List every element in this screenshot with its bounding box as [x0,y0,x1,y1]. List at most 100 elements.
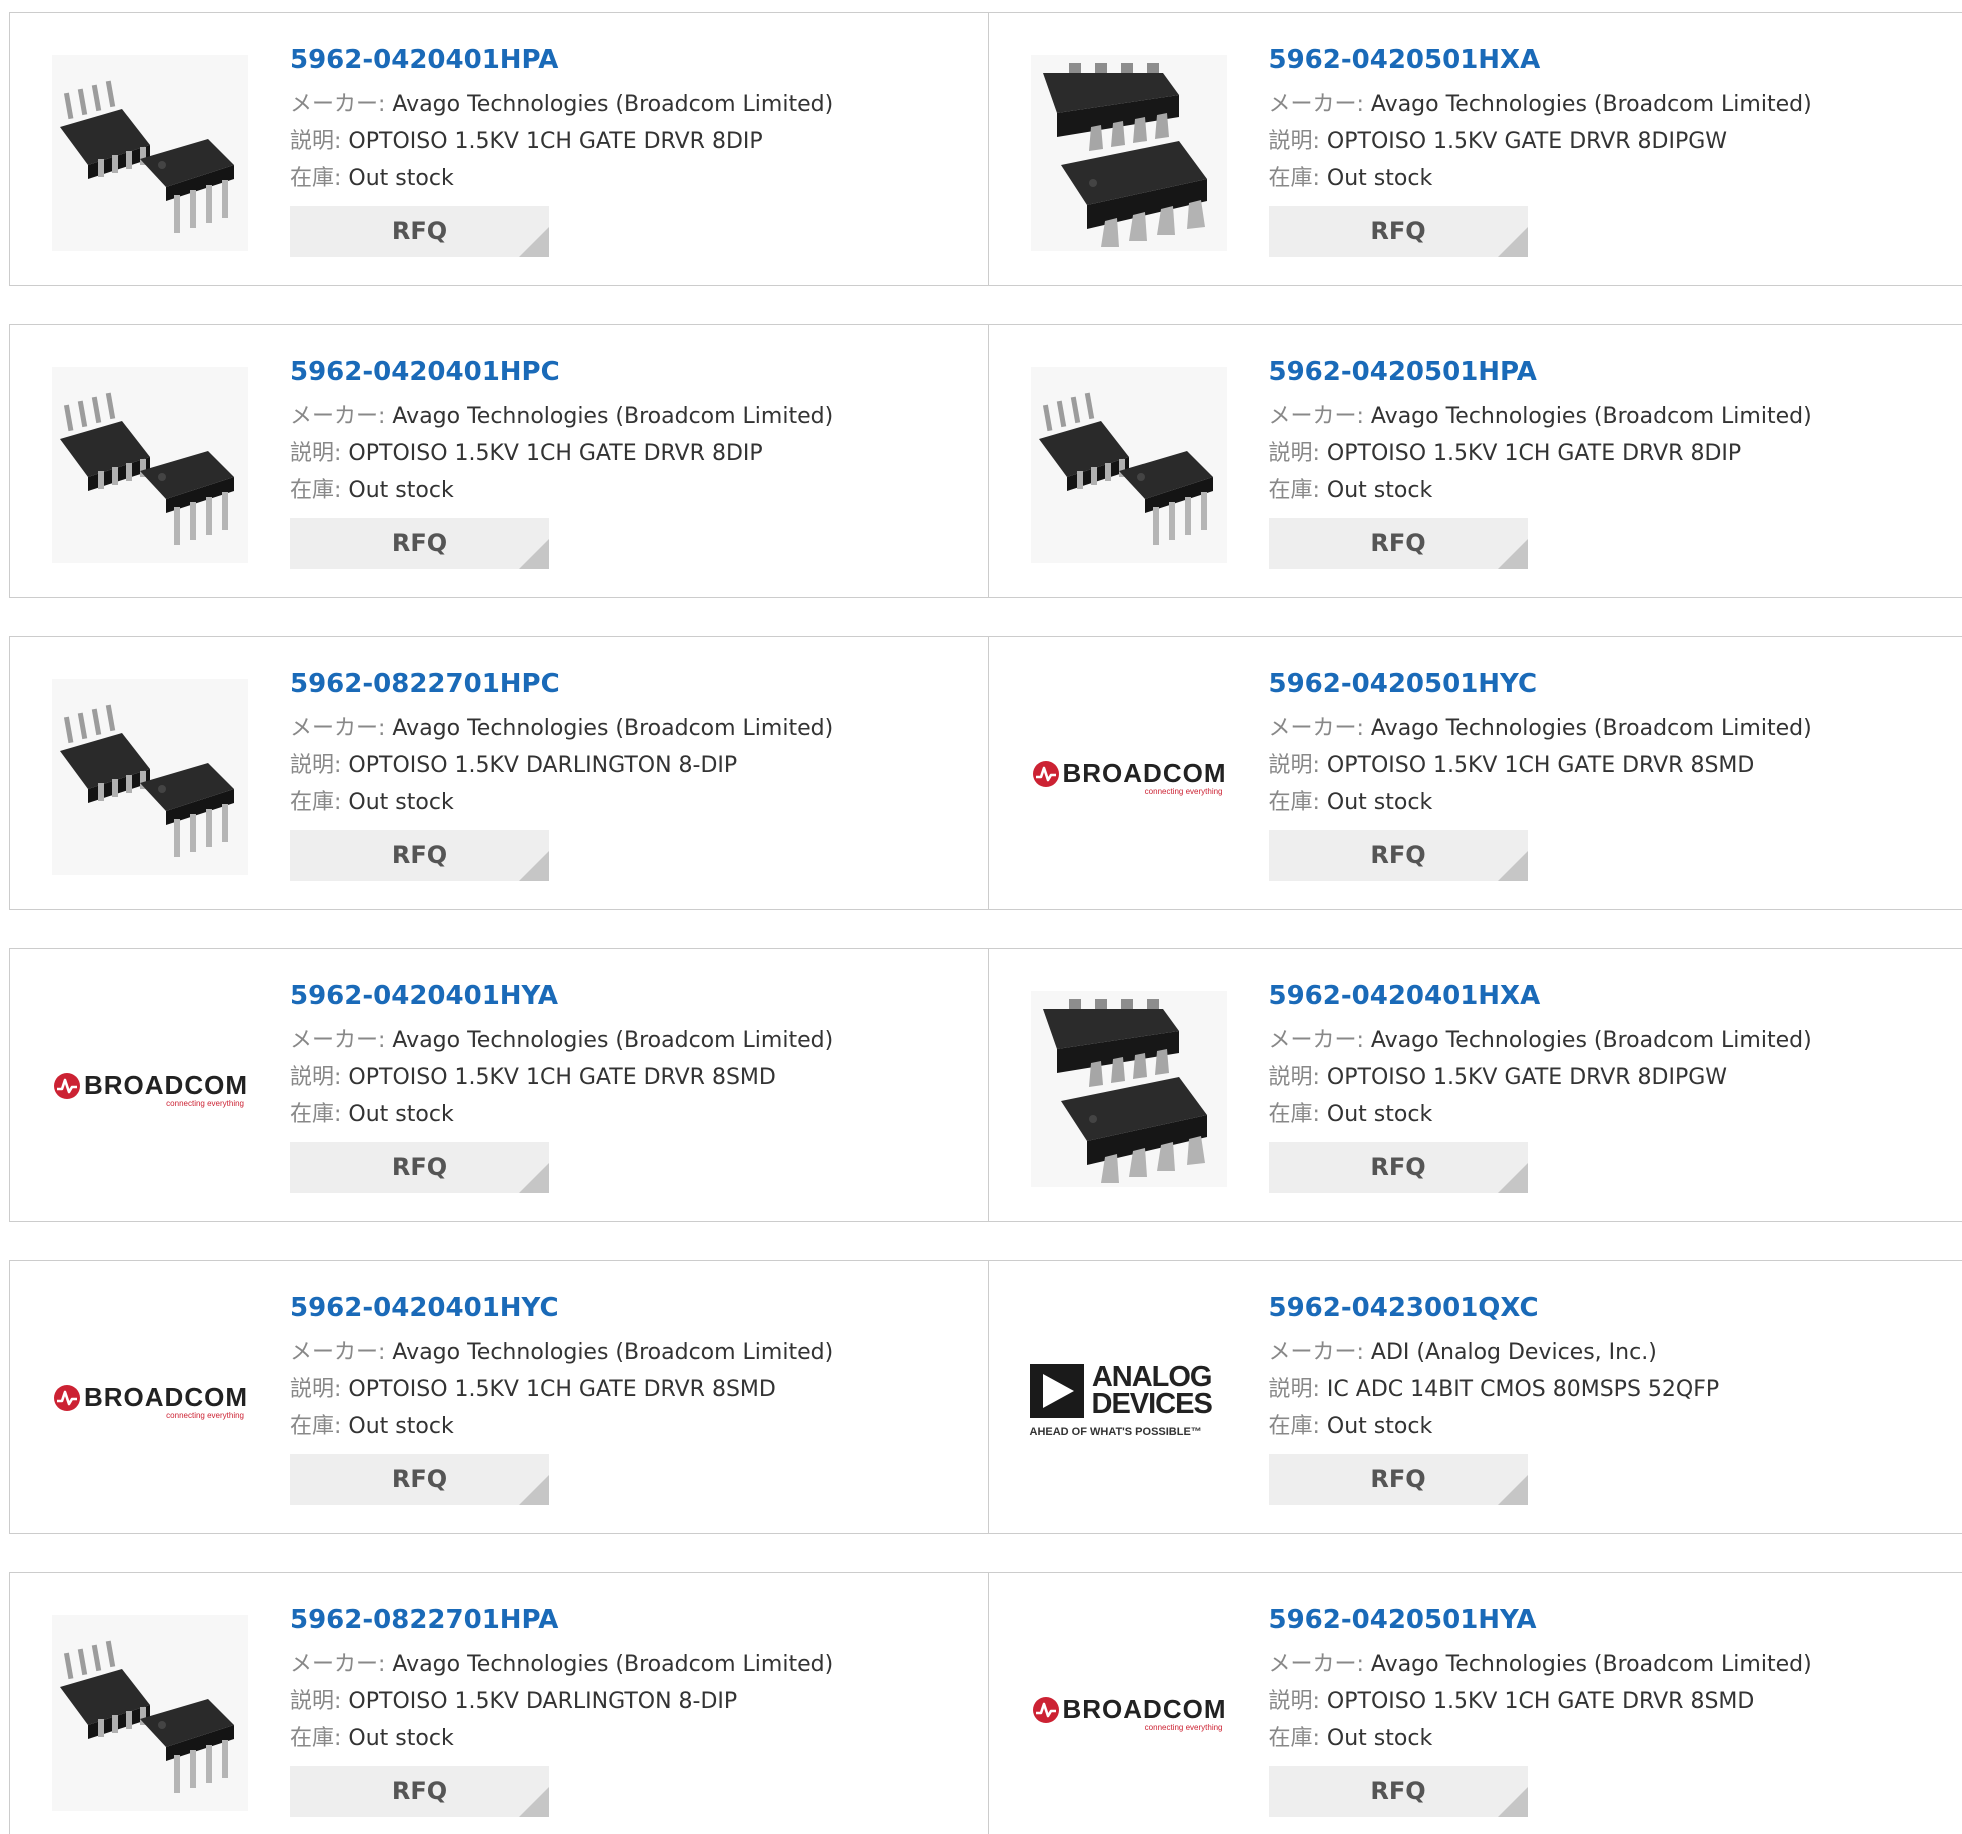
product-image[interactable]: BROADCOMconnecting everything [50,989,250,1189]
description-label: 説明: [290,1689,341,1714]
product-image[interactable]: BROADCOMconnecting everything [1029,677,1229,877]
product-card: 5962-0822701HPC メーカー: Avago Technologies… [10,637,988,909]
stock-value: Out stock [348,790,453,815]
rfq-button[interactable]: RFQ [1269,1454,1528,1505]
product-image[interactable]: ANALOGDEVICESAHEAD OF WHAT'S POSSIBLE™ [1029,1301,1229,1501]
product-image[interactable] [50,53,250,253]
rfq-button[interactable]: RFQ [1269,206,1528,257]
description-line: 説明: OPTOISO 1.5KV GATE DRVR 8DIPGW [1269,1059,1929,1096]
description-label: 説明: [1269,1377,1320,1402]
broadcom-logo: BROADCOMconnecting everything [52,1382,248,1420]
part-number-link[interactable]: 5962-0420501HXA [1269,43,1929,77]
product-image[interactable] [50,365,250,565]
product-card: 5962-0420401HPC メーカー: Avago Technologies… [10,325,988,597]
manufacturer-value: Avago Technologies (Broadcom Limited) [1371,1028,1812,1053]
manufacturer-line: メーカー: Avago Technologies (Broadcom Limit… [290,710,950,747]
stock-label: 在庫: [290,166,341,191]
part-number-link[interactable]: 5962-0420401HPA [290,43,950,77]
stock-line: 在庫: Out stock [1269,1720,1929,1757]
product-image[interactable] [50,677,250,877]
rfq-button[interactable]: RFQ [290,1454,549,1505]
description-line: 説明: OPTOISO 1.5KV 1CH GATE DRVR 8DIP [290,123,950,160]
part-number-link[interactable]: 5962-0822701HPC [290,667,950,701]
rfq-button[interactable]: RFQ [1269,1766,1528,1817]
rfq-label: RFQ [1370,217,1425,245]
product-card: 5962-0420501HXA メーカー: Avago Technologies… [988,13,1962,285]
manufacturer-line: メーカー: Avago Technologies (Broadcom Limit… [1269,1646,1929,1683]
product-card: 5962-0420401HXA メーカー: Avago Technologies… [988,949,1962,1221]
manufacturer-label: メーカー: [1269,716,1364,741]
corner-decoration [519,1787,549,1817]
part-number-link[interactable]: 5962-0822701HPA [290,1603,950,1637]
product-info: 5962-0423001QXC メーカー: ADI (Analog Device… [1269,1291,1929,1505]
part-number-link[interactable]: 5962-0420401HXA [1269,979,1929,1013]
rfq-button[interactable]: RFQ [1269,518,1528,569]
stock-line: 在庫: Out stock [290,1720,950,1757]
description-label: 説明: [1269,441,1320,466]
description-label: 説明: [290,441,341,466]
manufacturer-label: メーカー: [290,716,385,741]
rfq-button[interactable]: RFQ [1269,830,1528,881]
description-line: 説明: OPTOISO 1.5KV DARLINGTON 8-DIP [290,1683,950,1720]
part-number-link[interactable]: 5962-0420401HPC [290,355,950,389]
rfq-button[interactable]: RFQ [290,1142,549,1193]
description-label: 説明: [290,1377,341,1402]
stock-label: 在庫: [1269,478,1320,503]
part-number-link[interactable]: 5962-0420501HYA [1269,1603,1929,1637]
manufacturer-label: メーカー: [1269,1340,1364,1365]
description-line: 説明: OPTOISO 1.5KV 1CH GATE DRVR 8SMD [1269,1683,1929,1720]
product-card: 5962-0420401HPA メーカー: Avago Technologies… [10,13,988,285]
dip8-package-illustration [52,1615,248,1811]
stock-label: 在庫: [290,790,341,815]
dipgw-package-illustration [1031,991,1227,1187]
stock-label: 在庫: [1269,166,1320,191]
rfq-label: RFQ [392,217,447,245]
manufacturer-label: メーカー: [290,1652,385,1677]
part-number-link[interactable]: 5962-0420401HYA [290,979,950,1013]
product-card: BROADCOMconnecting everything 5962-04204… [10,949,988,1221]
stock-line: 在庫: Out stock [1269,1408,1929,1445]
product-info: 5962-0420401HYC メーカー: Avago Technologies… [290,1291,950,1505]
part-number-link[interactable]: 5962-0420401HYC [290,1291,950,1325]
part-number-link[interactable]: 5962-0420501HYC [1269,667,1929,701]
broadcom-logo: BROADCOMconnecting everything [1031,758,1227,796]
product-image[interactable]: BROADCOMconnecting everything [50,1301,250,1501]
manufacturer-value: Avago Technologies (Broadcom Limited) [392,1340,833,1365]
description-value: OPTOISO 1.5KV 1CH GATE DRVR 8SMD [1327,753,1754,778]
description-label: 説明: [290,129,341,154]
description-line: 説明: OPTOISO 1.5KV 1CH GATE DRVR 8SMD [290,1059,950,1096]
product-info: 5962-0420401HXA メーカー: Avago Technologies… [1269,979,1929,1193]
stock-label: 在庫: [290,478,341,503]
description-line: 説明: OPTOISO 1.5KV 1CH GATE DRVR 8DIP [290,435,950,472]
rfq-label: RFQ [392,1153,447,1181]
rfq-label: RFQ [392,1777,447,1805]
rfq-button[interactable]: RFQ [290,1766,549,1817]
stock-value: Out stock [348,1726,453,1751]
corner-decoration [519,1163,549,1193]
description-line: 説明: OPTOISO 1.5KV 1CH GATE DRVR 8DIP [1269,435,1929,472]
corner-decoration [1498,1787,1528,1817]
manufacturer-label: メーカー: [1269,404,1364,429]
corner-decoration [1498,1475,1528,1505]
broadcom-logo: BROADCOMconnecting everything [1031,1694,1227,1732]
product-image[interactable] [1029,989,1229,1189]
corner-decoration [1498,227,1528,257]
rfq-label: RFQ [1370,1465,1425,1493]
rfq-button[interactable]: RFQ [290,518,549,569]
manufacturer-value: Avago Technologies (Broadcom Limited) [392,1652,833,1677]
description-label: 説明: [290,753,341,778]
part-number-link[interactable]: 5962-0420501HPA [1269,355,1929,389]
product-card: BROADCOMconnecting everything 5962-04205… [988,637,1962,909]
rfq-button[interactable]: RFQ [1269,1142,1528,1193]
product-info: 5962-0822701HPA メーカー: Avago Technologies… [290,1603,950,1817]
product-image[interactable] [1029,365,1229,565]
part-number-link[interactable]: 5962-0423001QXC [1269,1291,1929,1325]
product-info: 5962-0822701HPC メーカー: Avago Technologies… [290,667,950,881]
rfq-button[interactable]: RFQ [290,830,549,881]
stock-line: 在庫: Out stock [290,1408,950,1445]
product-image[interactable]: BROADCOMconnecting everything [1029,1613,1229,1813]
product-image[interactable] [50,1613,250,1813]
product-image[interactable] [1029,53,1229,253]
rfq-button[interactable]: RFQ [290,206,549,257]
manufacturer-line: メーカー: Avago Technologies (Broadcom Limit… [290,1022,950,1059]
